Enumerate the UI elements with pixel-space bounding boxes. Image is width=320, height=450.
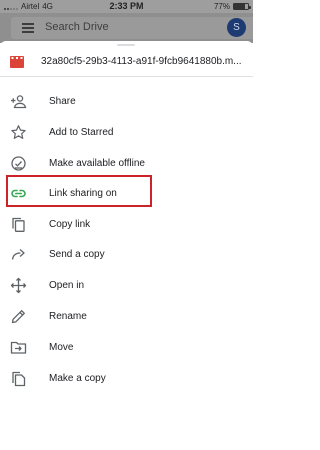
search-placeholder: Search Drive xyxy=(45,21,109,33)
menu-item-label: Make a copy xyxy=(49,373,106,384)
move-arrows-icon xyxy=(10,277,27,294)
star-outline-icon xyxy=(11,125,26,139)
menu-item-copy-link[interactable]: Copy link xyxy=(0,210,253,240)
menu-item-send-a-copy[interactable]: Send a copy xyxy=(0,240,253,270)
menu-item-label: Rename xyxy=(49,311,87,322)
add-person-icon xyxy=(11,95,27,109)
account-avatar[interactable]: S xyxy=(227,18,246,37)
bottom-sheet: 32a80cf5-29b3-4113-a91f-9fcb9641880b.m..… xyxy=(0,41,253,450)
menu-item-add-to-starred[interactable]: Add to Starred xyxy=(0,118,253,148)
send-arrow-icon xyxy=(11,249,25,260)
file-copy-icon xyxy=(12,371,26,387)
menu-item-label: Open in xyxy=(49,280,85,291)
highlight-box xyxy=(6,175,152,207)
menu-item-label: Send a copy xyxy=(49,249,105,260)
menu-item-make-a-copy[interactable]: Make a copy xyxy=(0,364,253,394)
menu-item-label: Make available offline xyxy=(49,158,145,169)
drag-handle[interactable] xyxy=(117,44,135,46)
menu-item-open-in[interactable]: Open in xyxy=(0,271,253,301)
search-bar[interactable]: Search Drive S xyxy=(11,17,253,39)
battery-percent: 77% xyxy=(213,2,230,11)
menu-item-label: Share xyxy=(49,96,76,107)
folder-move-icon xyxy=(10,341,27,354)
menu-item-rename[interactable]: Rename xyxy=(0,302,253,332)
divider xyxy=(0,76,253,77)
pencil-icon xyxy=(11,310,25,324)
offline-check-icon xyxy=(11,156,26,171)
battery-fill xyxy=(234,4,245,9)
status-right: 77% xyxy=(213,2,251,11)
app-header: Search Drive S xyxy=(0,13,253,43)
status-bar: Airtel 4G 2:33 PM 77% xyxy=(0,0,253,13)
menu-item-label: Copy link xyxy=(49,219,91,230)
file-header: 32a80cf5-29b3-4113-a91f-9fcb9641880b.m..… xyxy=(0,50,253,75)
video-file-icon xyxy=(10,56,24,68)
menu-item-label: Move xyxy=(49,342,74,353)
hamburger-menu-icon[interactable] xyxy=(22,23,34,33)
menu-item-share[interactable]: Share xyxy=(0,87,253,117)
battery-icon xyxy=(233,3,251,10)
menu-item-move[interactable]: Move xyxy=(0,333,253,363)
file-name: 32a80cf5-29b3-4113-a91f-9fcb9641880b.m..… xyxy=(41,56,242,67)
copy-icon xyxy=(12,217,25,232)
menu-item-label: Add to Starred xyxy=(49,127,114,138)
